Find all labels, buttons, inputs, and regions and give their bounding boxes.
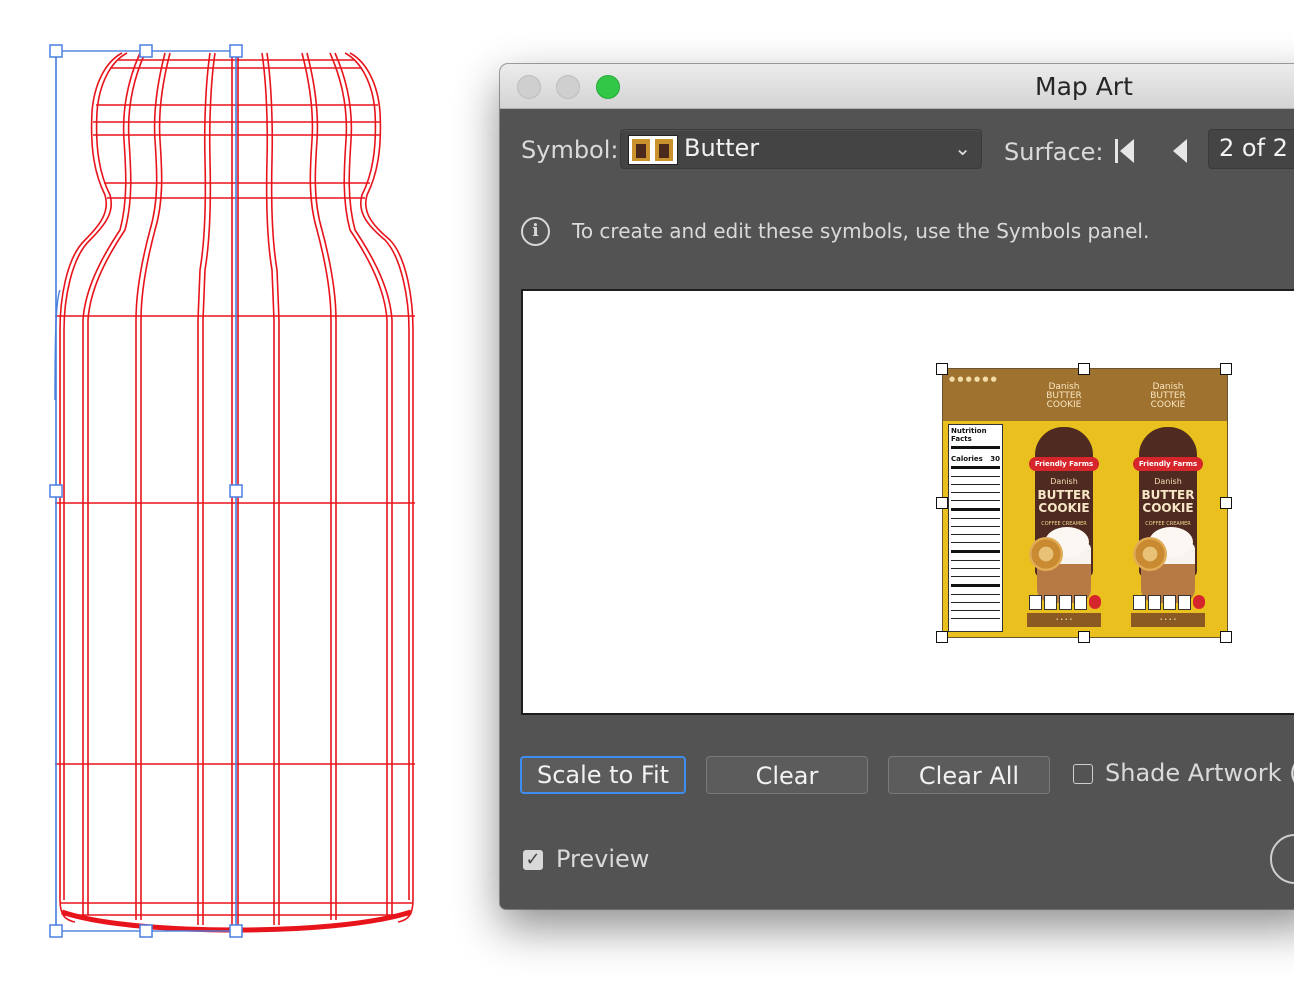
scale-to-fit-button[interactable]: Scale to Fit: [520, 756, 686, 794]
product-name-line2: COOKIE: [1142, 501, 1194, 515]
band-logo-right: Danish BUTTER COOKIE: [1150, 382, 1186, 410]
product-name-line1: BUTTER: [1037, 488, 1091, 502]
zoom-window-button[interactable]: [596, 75, 620, 99]
chevron-down-icon: ⌄: [954, 136, 971, 160]
script-name: Danish: [1154, 477, 1182, 486]
brand-badge: Friendly Farms: [1133, 457, 1203, 471]
mapped-label-artwork[interactable]: ● ● ● ● ● ● Danish BUTTER COOKIE Danish …: [942, 368, 1228, 638]
previous-surface-icon[interactable]: [1170, 138, 1190, 164]
surface-field[interactable]: 2 of 2: [1208, 129, 1294, 169]
first-surface-icon[interactable]: [1113, 138, 1137, 164]
bottle-wireframe[interactable]: [0, 0, 440, 992]
transform-handle[interactable]: [1220, 497, 1232, 509]
band-logo-left: Danish BUTTER COOKIE: [1046, 382, 1082, 410]
art-preview-area[interactable]: ● ● ● ● ● ● Danish BUTTER COOKIE Danish …: [521, 289, 1294, 715]
product-name-line1: BUTTER: [1141, 488, 1195, 502]
shade-artwork-label: Shade Artwork (s: [1105, 759, 1294, 787]
info-icon: i: [521, 217, 550, 246]
calories-label: Calories: [951, 455, 983, 463]
map-art-dialog: Map Art Symbol: Butter ⌄ Surface: 2 of 2…: [500, 64, 1294, 909]
transform-handle[interactable]: [1220, 363, 1232, 375]
transform-handle[interactable]: [936, 363, 948, 375]
transform-handle[interactable]: [1220, 631, 1232, 643]
transform-handle[interactable]: [936, 631, 948, 643]
nutrition-facts-title: Nutrition Facts: [951, 427, 987, 443]
title-bar[interactable]: Map Art: [500, 64, 1294, 109]
brand-badge: Friendly Farms: [1029, 457, 1099, 471]
label-front-panel: Friendly Farms Danish BUTTER COOKIE COFF…: [1131, 427, 1205, 629]
close-window-button[interactable]: [517, 75, 541, 99]
shade-artwork-checkbox[interactable]: [1073, 764, 1093, 784]
transform-handle[interactable]: [1078, 363, 1090, 375]
ok-button[interactable]: [1270, 834, 1294, 884]
surface-value: 2 of 2: [1219, 134, 1288, 162]
preview-checkbox[interactable]: ✓: [523, 850, 543, 870]
surface-label: Surface:: [1004, 138, 1104, 166]
symbol-label: Symbol:: [521, 136, 619, 164]
info-message: To create and edit these symbols, use th…: [572, 219, 1150, 243]
symbol-select[interactable]: Butter ⌄: [620, 129, 982, 169]
calories-value: 30: [990, 455, 1000, 463]
nutrition-facts-panel: Nutrition Facts Calories 30: [948, 424, 1003, 632]
label-front-panel: Friendly Farms Danish BUTTER COOKIE COFF…: [1027, 427, 1101, 629]
symbol-select-value: Butter: [684, 134, 760, 162]
transform-handle[interactable]: [936, 497, 948, 509]
minimize-window-button[interactable]: [556, 75, 580, 99]
transform-handle[interactable]: [1078, 631, 1090, 643]
script-name: Danish: [1050, 477, 1078, 486]
symbol-thumbnail: [628, 135, 678, 165]
dialog-title: Map Art: [1035, 72, 1133, 101]
preview-label: Preview: [556, 845, 650, 873]
label-top-band: ● ● ● ● ● ● Danish BUTTER COOKIE Danish …: [943, 369, 1227, 421]
clear-button[interactable]: Clear: [706, 756, 868, 794]
clear-all-button[interactable]: Clear All: [888, 756, 1050, 794]
product-name-line2: COOKIE: [1038, 501, 1090, 515]
